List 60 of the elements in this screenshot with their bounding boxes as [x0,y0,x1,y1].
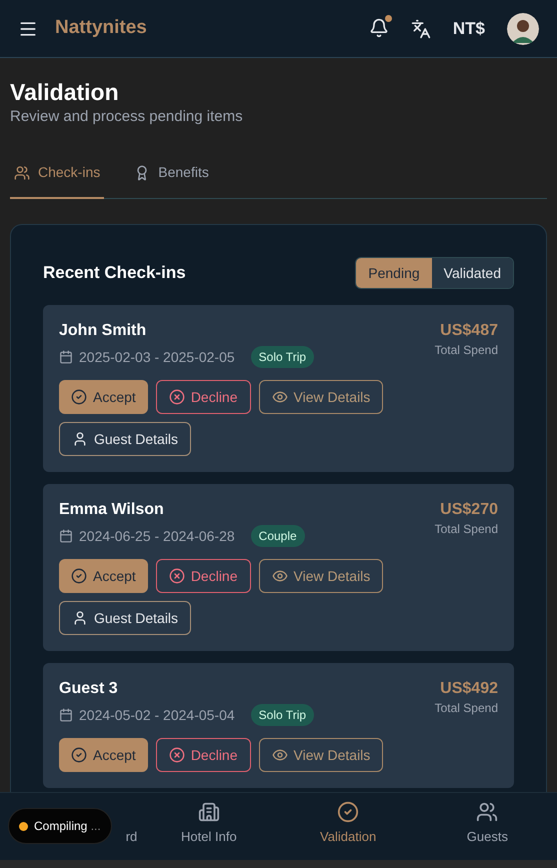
building-icon [198,800,220,822]
amount-label: Total Spend [434,342,498,359]
eye-icon [272,389,288,405]
calendar-icon [59,708,73,722]
check-circle-icon [71,747,87,763]
trip-tag: Couple [250,525,305,547]
eye-icon [272,747,288,763]
avatar[interactable] [507,12,539,44]
tab[interactable]: Benefits [130,162,213,199]
user-icon [72,431,88,447]
decline-button[interactable]: Decline [156,559,251,593]
total-amount: US$492 [439,679,498,699]
stay-dates: 2024-05-02 - 2024-05-04 [79,706,235,724]
calendar-icon [59,350,73,364]
users-icon [14,164,30,180]
notification-bell[interactable] [368,18,389,40]
check-circle-icon [71,568,87,584]
nav-item[interactable]: Hotel Info [139,793,278,860]
eye-icon [272,568,288,584]
stay-dates: 2025-02-03 - 2025-02-05 [79,348,235,366]
users-icon [476,800,498,822]
decline-button[interactable]: Decline [156,380,251,414]
tab[interactable]: Check-ins [10,162,104,199]
accept-button[interactable]: Accept [59,738,148,772]
check-circle-icon [71,389,87,405]
guest-details-button[interactable]: Guest Details [59,422,192,456]
currency-selector[interactable]: NT$ [452,16,485,42]
decline-button[interactable]: Decline [156,738,251,772]
guest-name: Guest 3 [59,679,119,699]
stay-dates: 2024-06-25 - 2024-06-28 [79,526,235,546]
trip-tag: Solo Trip [250,346,314,368]
nav-item[interactable]: Validation [278,793,418,860]
page-title: Validation [10,78,120,106]
toast-text: Compiling ... [34,818,101,835]
x-circle-icon [168,389,185,405]
guest-details-button[interactable]: Guest Details [59,601,192,635]
view-details-button[interactable]: View Details [258,738,384,772]
accept-button[interactable]: Accept [59,380,148,414]
filter-option[interactable]: Pending [356,258,432,288]
total-amount: US$270 [439,500,498,520]
page-subtitle: Review and process pending items [10,107,244,127]
trip-tag: Solo Trip [250,704,314,726]
translate-icon[interactable] [410,18,431,38]
view-details-button[interactable]: View Details [258,559,384,593]
brand-name[interactable]: Nattynites [55,14,147,43]
check-circle-icon [337,800,360,822]
total-amount: US$487 [439,321,498,341]
guest-name: John Smith [59,321,148,341]
filter-option[interactable]: Validated [432,258,513,288]
calendar-icon [59,529,73,543]
view-details-button[interactable]: View Details [258,380,384,414]
amount-label: Total Spend [434,521,498,538]
x-circle-icon [168,747,185,763]
user-icon [72,610,88,626]
accept-button[interactable]: Accept [59,559,148,593]
guest-name: Emma Wilson [59,500,165,520]
amount-label: Total Spend [434,700,498,717]
x-circle-icon [168,568,185,584]
nav-item[interactable]: Guests [418,793,557,860]
panel-title: Recent Check-ins [43,262,186,284]
